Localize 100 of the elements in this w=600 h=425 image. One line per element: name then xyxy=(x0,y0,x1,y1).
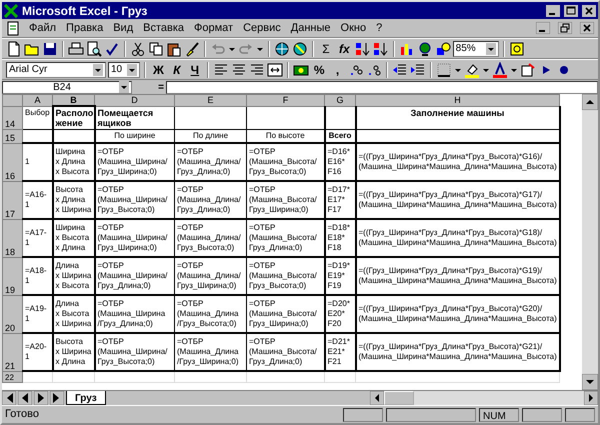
print-preview-icon[interactable] xyxy=(86,40,102,56)
drawing-icon[interactable] xyxy=(434,40,451,56)
bold-button[interactable]: Ж xyxy=(150,62,167,78)
column-header[interactable]: E xyxy=(174,94,246,106)
underline-button[interactable]: Ч xyxy=(186,62,203,78)
scissors-icon[interactable] xyxy=(130,40,146,56)
sum-button[interactable]: Σ xyxy=(318,40,334,56)
copy-icon[interactable] xyxy=(148,40,164,56)
table-cell: По длине xyxy=(174,130,246,143)
borders-icon[interactable] xyxy=(436,62,452,78)
zoom-field[interactable]: 85% xyxy=(452,40,499,56)
table-cell: =((Груз_Ширина*Груз_Длина*Груз_Высота)*G19)/ (Машина_Ширина*Машина_Длина*Машина_Высота) xyxy=(356,257,560,295)
menu-item[interactable]: Вставка xyxy=(142,20,186,36)
table-cell: Заполнение машины xyxy=(356,106,560,130)
table-cell: =ОТБР (Машина_Длина/ Груз_Высота;0) xyxy=(174,219,246,257)
formula-input[interactable] xyxy=(166,80,598,94)
row-header[interactable]: 15 xyxy=(2,130,22,143)
table-cell: =ОТБР (Машина_Ширина/ Груз_Ширина;0) xyxy=(94,143,174,181)
table-cell: Ширина x Длина x Высота xyxy=(52,143,94,181)
table-cell: Располо жение xyxy=(52,106,94,130)
scroll-right-icon[interactable] xyxy=(584,391,598,405)
row-header[interactable]: 22 xyxy=(2,371,22,382)
column-header[interactable]: F xyxy=(246,94,324,106)
sort-ascending-icon[interactable] xyxy=(354,40,371,56)
document-icon[interactable] xyxy=(6,20,20,36)
align-center-icon[interactable] xyxy=(230,62,247,78)
spellcheck-icon[interactable] xyxy=(104,40,120,56)
table-cell: =((Груз_Ширина*Груз_Длина*Груз_Высота)*G16)/ (Машина_Ширина*Машина_Длина*Машина_Высота) xyxy=(356,143,560,181)
column-header[interactable]: A xyxy=(22,94,52,106)
printer-icon[interactable] xyxy=(68,40,84,56)
table-cell: По высоте xyxy=(246,130,324,143)
restore-icon[interactable] xyxy=(558,22,572,34)
menu-item[interactable]: Окно xyxy=(340,20,368,36)
next-sheet-icon[interactable] xyxy=(34,391,48,405)
row-header[interactable]: 14 xyxy=(2,106,22,130)
menu-item[interactable]: Формат xyxy=(193,20,234,36)
table-cell: Всего xyxy=(324,130,356,143)
indent-icon[interactable] xyxy=(410,62,426,78)
column-header[interactable]: G xyxy=(324,94,356,106)
table-cell: =ОТБР (Машина_Ширина/ Груз_Длина;0) xyxy=(94,257,174,295)
font-color-icon[interactable] xyxy=(492,62,508,78)
first-sheet-icon[interactable] xyxy=(2,391,16,405)
row-header[interactable]: 21 xyxy=(2,333,22,371)
menu-item[interactable]: Данные xyxy=(290,20,332,36)
name-box[interactable]: B24 xyxy=(2,80,132,94)
font-field[interactable]: Arial Cyr xyxy=(6,62,106,78)
scroll-left-icon[interactable] xyxy=(370,391,384,405)
minimize-icon[interactable] xyxy=(536,22,550,34)
menu-item[interactable]: Правка xyxy=(65,20,104,36)
row-header[interactable]: 18 xyxy=(2,219,22,257)
vertical-scrollbar[interactable] xyxy=(582,94,598,390)
brush-icon[interactable] xyxy=(184,40,200,56)
table-cell: Длина x Высота x Ширина xyxy=(52,295,94,333)
table-cell: =ОТБР (Машина_Длина/ Груз_Длина;0) xyxy=(174,143,246,181)
size-field[interactable]: 10 xyxy=(108,62,140,78)
size-value: 10 xyxy=(111,63,124,77)
column-header[interactable]: H xyxy=(356,94,560,106)
merge-center-icon[interactable] xyxy=(266,62,283,78)
function-button[interactable]: fx xyxy=(336,40,353,56)
italic-button[interactable]: К xyxy=(168,62,185,78)
menu-item[interactable]: Вид xyxy=(112,20,134,36)
minimize-icon[interactable] xyxy=(546,4,560,16)
sheet-tab[interactable]: Груз xyxy=(66,391,106,405)
scroll-up-icon[interactable] xyxy=(582,94,598,110)
row-header[interactable]: 17 xyxy=(2,181,22,219)
scroll-down-icon[interactable] xyxy=(582,374,598,390)
table-cell: Высота x Ширина x Длина xyxy=(52,333,94,371)
row-header[interactable]: 20 xyxy=(2,295,22,333)
row-header[interactable]: 16 xyxy=(2,143,22,181)
paste-icon[interactable] xyxy=(166,40,182,56)
column-header[interactable]: B xyxy=(52,94,94,106)
table-cell: =ОТБР (Машина_Ширина/ Груз_Высота;0) xyxy=(94,333,174,371)
table-cell: =D18* E18* F18 xyxy=(324,219,356,257)
status-text: Готово xyxy=(5,407,40,422)
menu-item[interactable]: ? xyxy=(375,20,384,36)
table-cell: Длина x Ширина x Высота xyxy=(52,257,94,295)
close-icon[interactable] xyxy=(582,4,596,16)
equals-sign: = xyxy=(157,80,164,94)
percent-button[interactable]: % xyxy=(310,62,328,78)
align-left-icon[interactable] xyxy=(212,62,229,78)
table-cell: =ОТБР (Машина_Ширина /Груз_Длина;0) xyxy=(94,295,174,333)
last-sheet-icon[interactable] xyxy=(50,391,64,405)
new-file-icon[interactable] xyxy=(6,40,22,56)
align-right-icon[interactable] xyxy=(248,62,265,78)
globe-icon[interactable] xyxy=(274,40,290,56)
column-header[interactable]: D xyxy=(94,94,174,106)
row-header[interactable]: 19 xyxy=(2,257,22,295)
menu-item[interactable]: Сервис xyxy=(242,20,282,36)
table-cell: =((Груз_Ширина*Груз_Длина*Груз_Высота)*G17)/ (Машина_Ширина*Машина_Длина*Машина_Высота) xyxy=(356,181,560,219)
sort-descending-icon[interactable] xyxy=(372,40,389,56)
close-icon[interactable] xyxy=(580,22,594,34)
prev-sheet-icon[interactable] xyxy=(18,391,32,405)
comma-button[interactable]: , xyxy=(330,62,346,78)
maximize-icon[interactable] xyxy=(564,4,578,16)
menu-item[interactable]: Файл xyxy=(28,20,58,36)
save-icon[interactable] xyxy=(42,40,58,56)
outdent-icon[interactable] xyxy=(392,62,408,78)
font-value: Arial Cyr xyxy=(9,63,48,77)
fill-color-icon[interactable] xyxy=(464,62,480,78)
spreadsheet-logo-icon xyxy=(4,4,18,18)
